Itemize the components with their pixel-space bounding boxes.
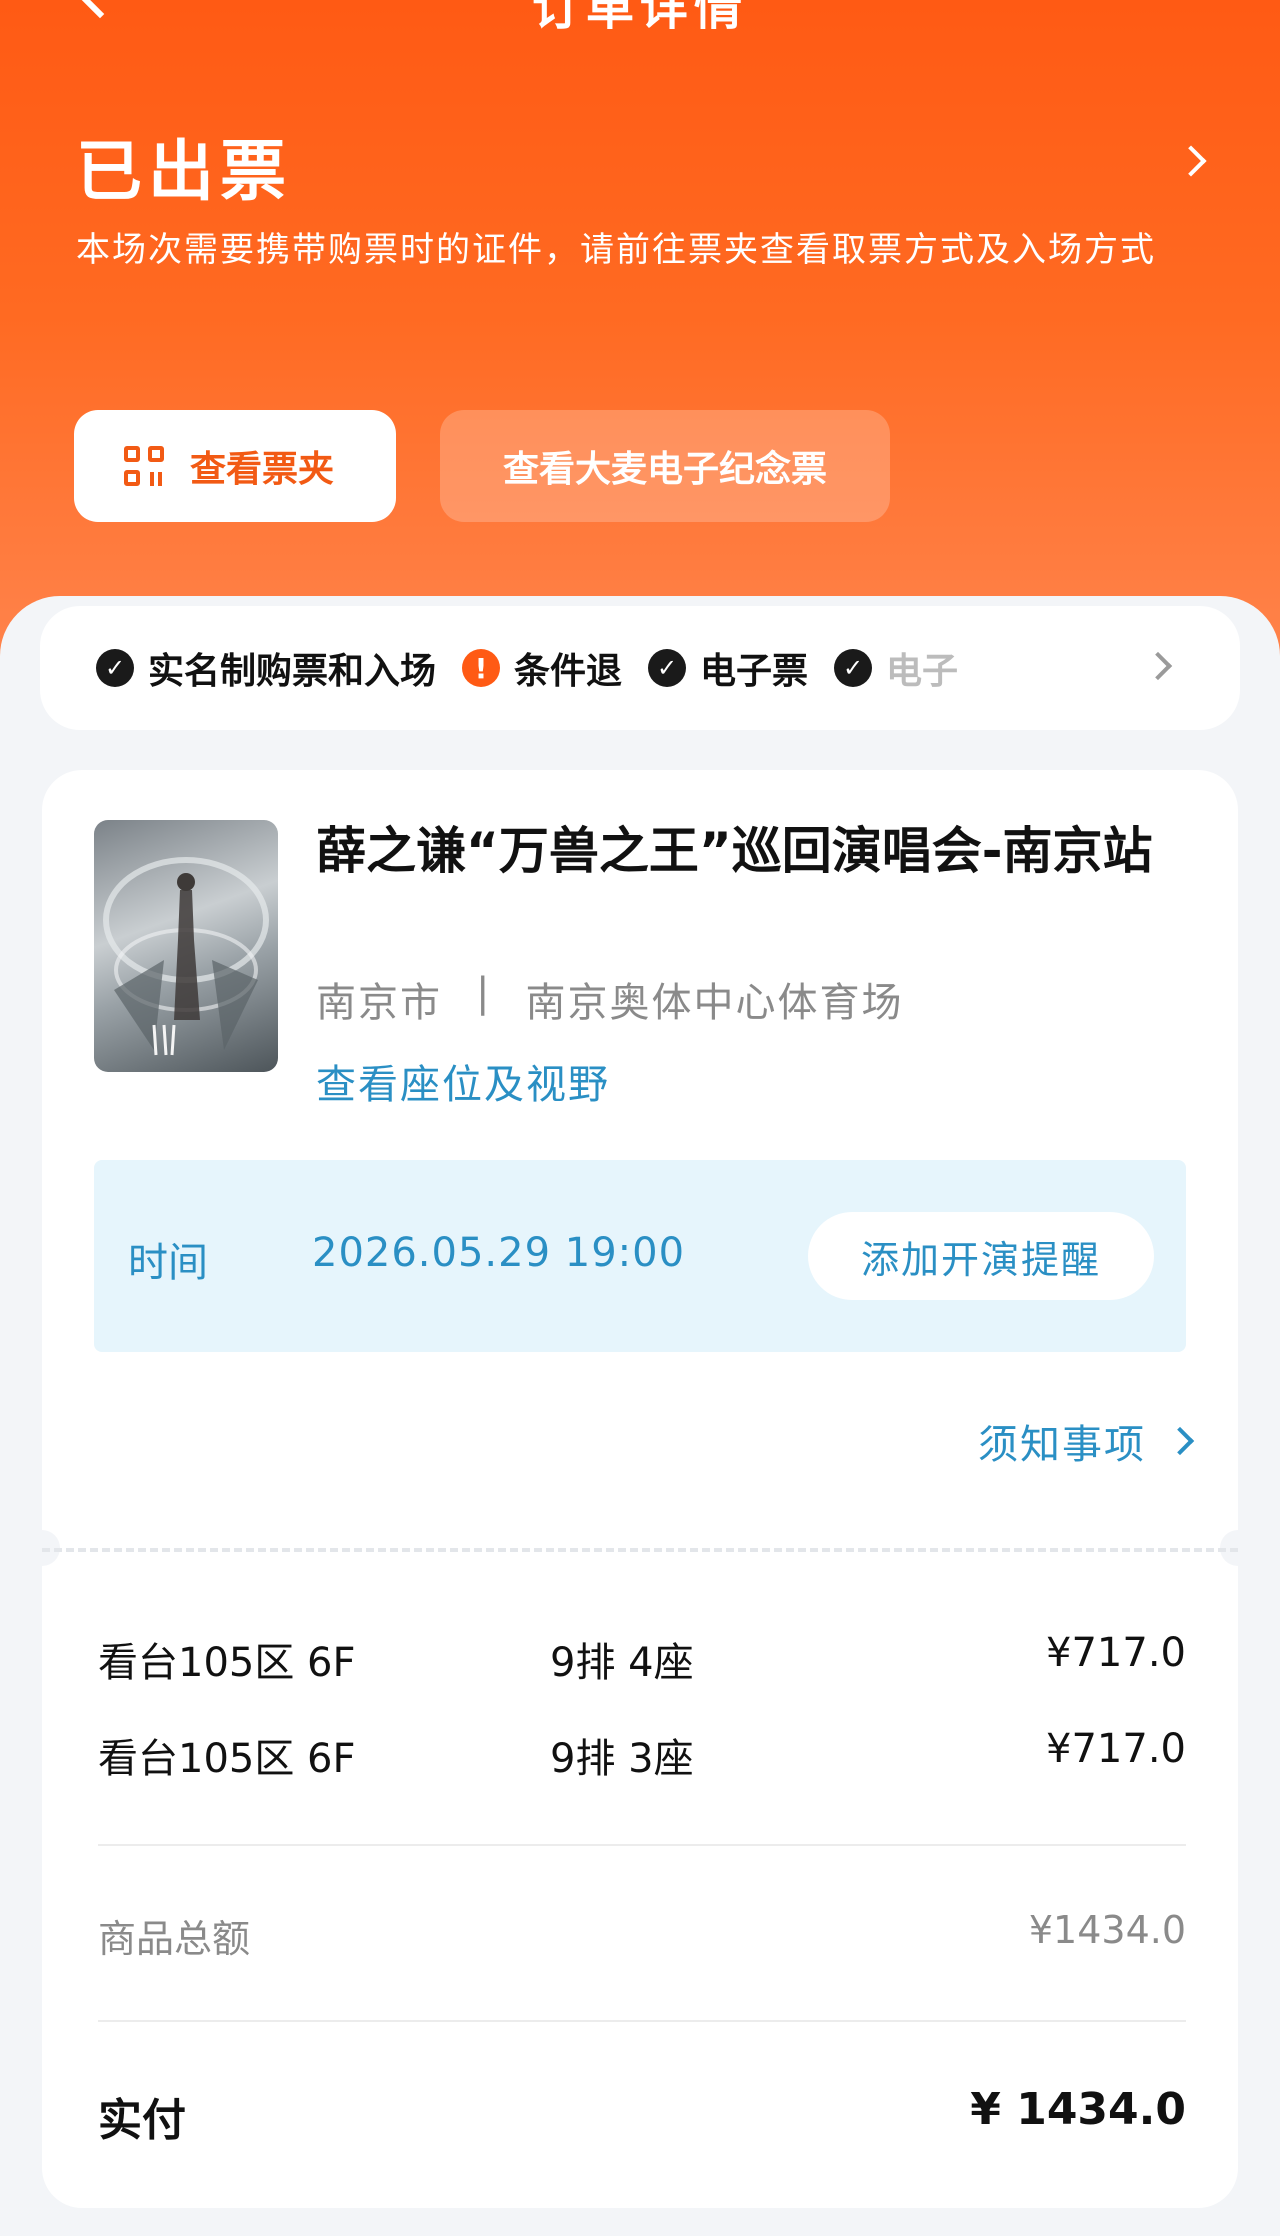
- event-city: 南京市: [316, 980, 442, 1026]
- subtotal-label: 商品总额: [98, 1917, 251, 1961]
- notice-link-label: 须知事项: [978, 1422, 1146, 1468]
- event-location: 南京市 | 南京奥体中心体育场: [316, 970, 903, 1028]
- ticket-seat: 9排 4座: [550, 1640, 694, 1686]
- ticket-policy-tags[interactable]: ✓ 实名制购票和入场 ! 条件退 ✓ 电子票 ✓ 电子: [40, 606, 1240, 730]
- add-reminder-button[interactable]: 添加开演提醒: [808, 1212, 1154, 1300]
- perforation-divider: [42, 1548, 1238, 1552]
- tag-label: 电子: [886, 651, 959, 692]
- event-poster[interactable]: [94, 820, 278, 1072]
- warning-icon: !: [462, 649, 501, 687]
- event-venue: 南京奥体中心体育场: [525, 980, 904, 1026]
- page-title: 订单详情: [531, 0, 748, 36]
- poster-artwork: [103, 857, 269, 1056]
- divider: [98, 1844, 1186, 1846]
- subtotal-value: ¥1434.0: [1028, 1908, 1186, 1952]
- check-icon: ✓: [96, 649, 134, 687]
- paid-label: 实付: [98, 2095, 186, 2146]
- location-separator: |: [476, 970, 492, 1016]
- order-status-title: 已出票: [76, 133, 292, 210]
- check-icon: ✓: [648, 649, 687, 687]
- check-icon: ✓: [834, 649, 873, 687]
- paid-value: ¥ 1434.0: [970, 2084, 1186, 2135]
- divider: [98, 2020, 1186, 2022]
- chevron-right-icon[interactable]: [1175, 145, 1207, 177]
- tag-real-name: ✓ 实名制购票和入场: [96, 642, 436, 694]
- seat-view-link[interactable]: 查看座位及视野: [316, 1052, 610, 1110]
- tag-conditional-refund: ! 条件退: [462, 642, 622, 694]
- order-status-description: 本场次需要携带购票时的证件，请前往票夹查看取票方式及入场方式: [76, 230, 1156, 270]
- tag-label: 实名制购票和入场: [148, 651, 437, 692]
- view-ticket-wallet-button[interactable]: 查看票夹: [74, 410, 396, 522]
- ticket-row: 看台105区 6F 9排 4座 ¥717.0: [98, 1630, 1186, 1690]
- ticket-seat: 9排 3座: [550, 1736, 694, 1782]
- time-label: 时间: [128, 1240, 208, 1286]
- notice-link[interactable]: 须知事项: [978, 1412, 1195, 1470]
- ticket-price: ¥717.0: [1046, 1726, 1186, 1772]
- tag-e-ticket: ✓ 电子票: [648, 642, 808, 694]
- tag-label: 电子票: [700, 651, 809, 692]
- ticket-area: 看台105区 6F: [98, 1640, 356, 1686]
- event-time-value: 2026.05.29 19:00: [312, 1230, 686, 1276]
- tag-label: 条件退: [514, 651, 623, 692]
- event-title: 薛之谦“万兽之王”巡回演唱会-南京站: [316, 822, 1153, 880]
- view-souvenir-ticket-button[interactable]: 查看大麦电子纪念票: [440, 410, 890, 522]
- order-status-header: 订单详情 已出票 本场次需要携带购票时的证件，请前往票夹查看取票方式及入场方式 …: [0, 0, 1280, 700]
- chevron-right-icon: [1165, 1426, 1195, 1456]
- view-ticket-wallet-label: 查看票夹: [190, 449, 335, 490]
- ticket-area: 看台105区 6F: [98, 1736, 356, 1782]
- ticket-row: 看台105区 6F 9排 3座 ¥717.0: [98, 1726, 1186, 1786]
- tag-e-partial: ✓ 电子: [834, 642, 958, 694]
- ticket-price: ¥717.0: [1046, 1630, 1186, 1676]
- qr-code-icon: [124, 446, 164, 486]
